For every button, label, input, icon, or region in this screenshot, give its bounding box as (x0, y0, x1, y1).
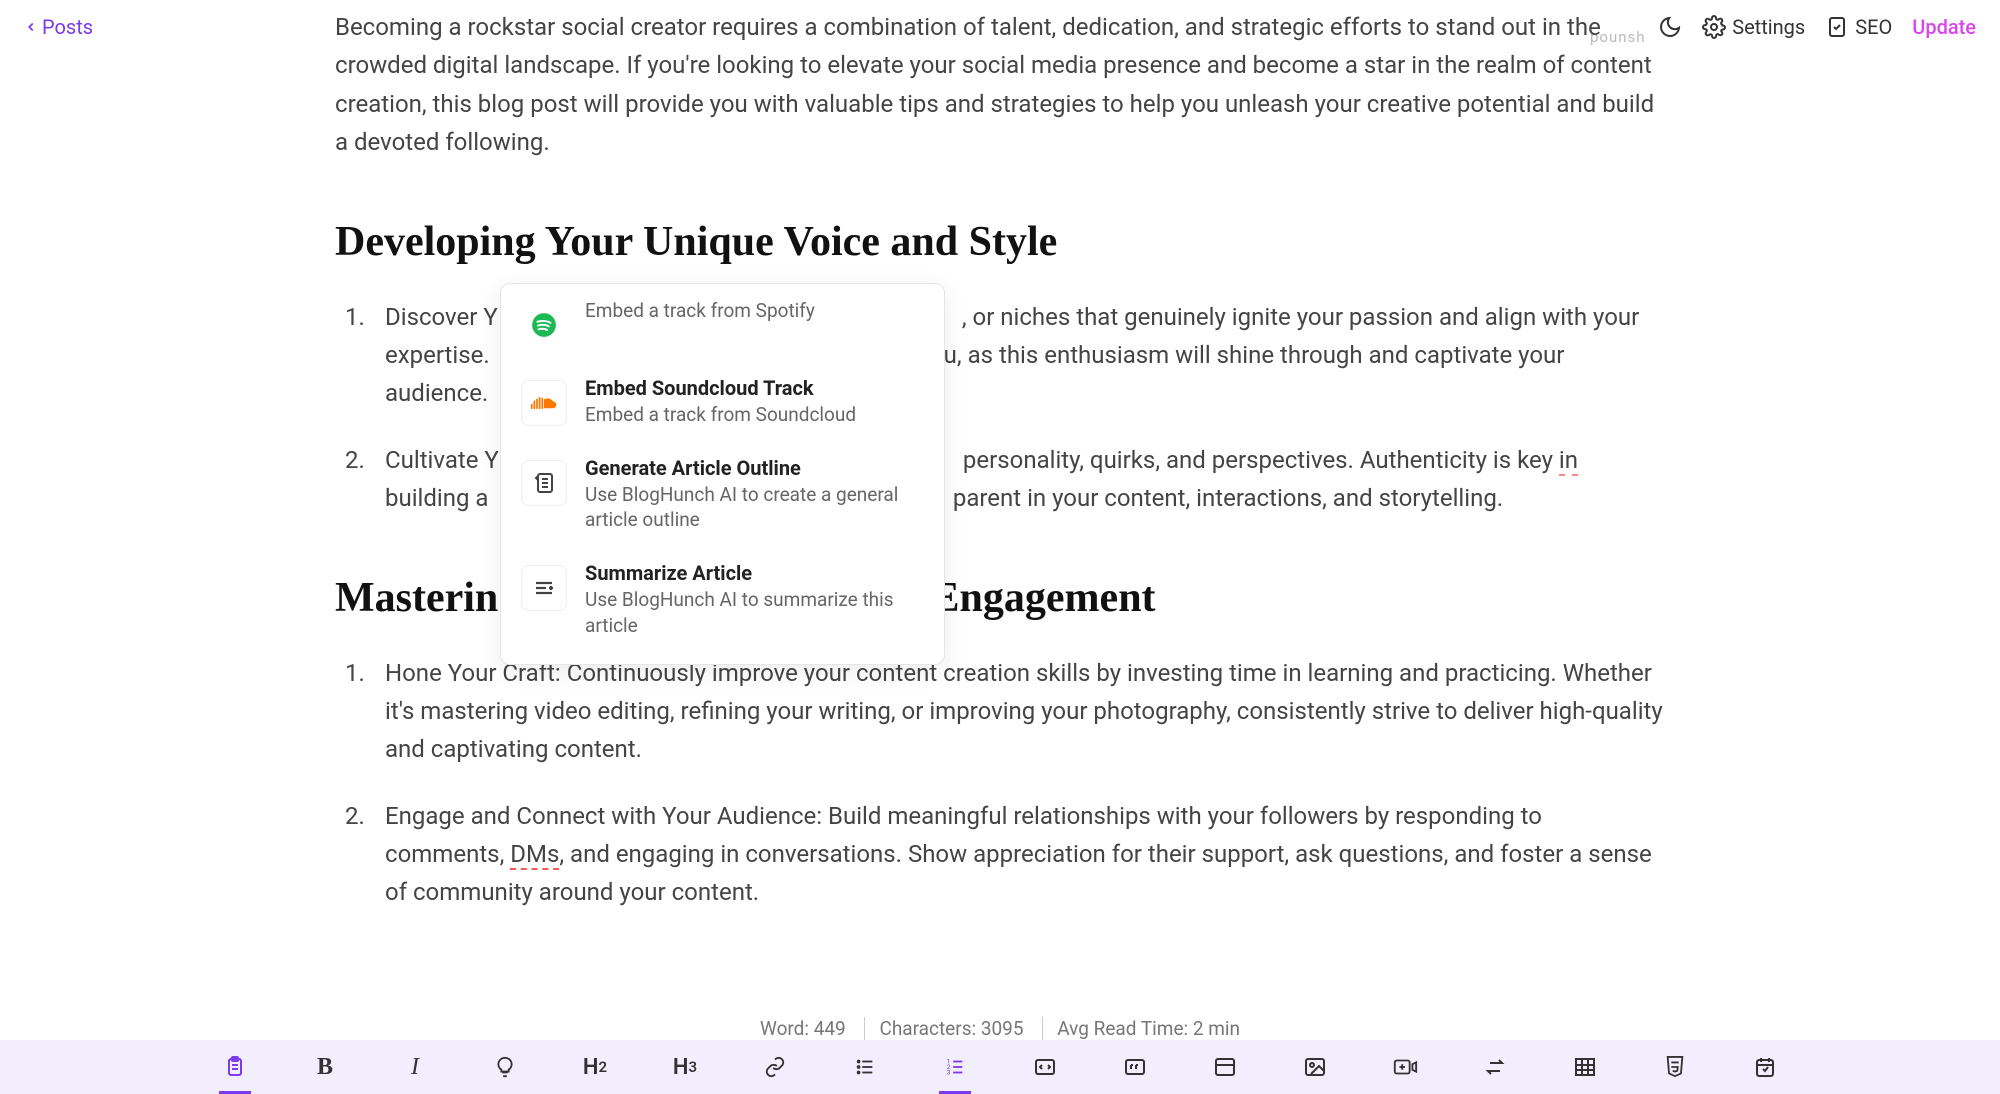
toolbar-html[interactable] (1655, 1047, 1695, 1087)
video-add-icon (1392, 1055, 1418, 1079)
toolbar-ordered-list[interactable]: 123 (935, 1047, 975, 1087)
toolbar-lightbulb[interactable] (485, 1047, 525, 1087)
slash-item-desc: Embed a track from Soundcloud (585, 402, 924, 428)
toolbar-bold[interactable]: B (305, 1047, 345, 1087)
toolbar-video-add[interactable] (1385, 1047, 1425, 1087)
editor-stats: Word: 449 Characters: 3095 Avg Read Time… (0, 1017, 2000, 1040)
gear-icon (1702, 15, 1726, 39)
toolbar-calendar[interactable] (1745, 1047, 1785, 1087)
spotify-icon (521, 302, 567, 348)
ordered-list-icon: 123 (944, 1056, 966, 1078)
back-label: Posts (42, 15, 93, 39)
toolbar-code[interactable] (1025, 1047, 1065, 1087)
table-icon (1573, 1055, 1597, 1079)
soundcloud-icon (521, 380, 567, 426)
editor-toolbar: B I H2 H3 123 (0, 1040, 2000, 1094)
list-item: Hone Your Craft: Continuously improve yo… (335, 654, 1665, 769)
link-icon (764, 1056, 786, 1078)
html5-icon (1664, 1055, 1686, 1079)
toolbar-image[interactable] (1295, 1047, 1335, 1087)
image-icon (1303, 1055, 1327, 1079)
outline-icon (521, 460, 567, 506)
top-right-controls: Settings SEO Update (1658, 15, 1976, 39)
clipboard-check-icon (1825, 15, 1849, 39)
slash-item-summarize[interactable]: Summarize Article Use BlogHunch AI to su… (501, 547, 944, 652)
dark-mode-toggle[interactable] (1658, 15, 1682, 39)
toolbar-clipboard[interactable] (215, 1047, 255, 1087)
toolbar-table[interactable] (1565, 1047, 1605, 1087)
quote-icon (1123, 1055, 1147, 1079)
slash-item-spotify[interactable]: Embed a track from Spotify (501, 288, 944, 362)
lightbulb-icon (494, 1056, 516, 1078)
slash-item-desc: Use BlogHunch AI to summarize this artic… (585, 587, 924, 638)
slash-item-desc: Use BlogHunch AI to create a general art… (585, 482, 924, 533)
slash-item-title: Embed Soundcloud Track (585, 376, 924, 400)
seo-button[interactable]: SEO (1825, 15, 1892, 39)
stat-char-count: Characters: 3095 (864, 1017, 1037, 1040)
settings-button[interactable]: Settings (1702, 15, 1805, 39)
topbar: Posts Settings SEO Update (0, 0, 2000, 54)
toolbar-h2[interactable]: H2 (575, 1047, 615, 1087)
toolbar-swap[interactable] (1475, 1047, 1515, 1087)
slash-item-soundcloud[interactable]: Embed Soundcloud Track Embed a track fro… (501, 362, 944, 442)
toolbar-h3[interactable]: H3 (665, 1047, 705, 1087)
summarize-icon (521, 565, 567, 611)
layout-icon (1213, 1055, 1237, 1079)
seo-label: SEO (1855, 15, 1892, 39)
code-icon (1033, 1055, 1057, 1079)
stat-read-time: Avg Read Time: 2 min (1042, 1017, 1254, 1040)
slash-item-desc: Embed a track from Spotify (585, 298, 924, 324)
back-to-posts-link[interactable]: Posts (24, 15, 93, 39)
heading-unique-voice: Developing Your Unique Voice and Style (335, 218, 1665, 266)
svg-text:3: 3 (947, 1068, 951, 1076)
toolbar-quote[interactable] (1115, 1047, 1155, 1087)
stat-word-count: Word: 449 (746, 1017, 860, 1040)
clipboard-icon (223, 1055, 247, 1079)
toolbar-bullet-list[interactable] (845, 1047, 885, 1087)
slash-item-generate-outline[interactable]: Generate Article Outline Use BlogHunch A… (501, 442, 944, 547)
update-label: Update (1912, 15, 1976, 39)
swap-icon (1483, 1055, 1507, 1079)
toolbar-link[interactable] (755, 1047, 795, 1087)
slash-item-title: Summarize Article (585, 561, 924, 585)
toolbar-layout[interactable] (1205, 1047, 1245, 1087)
update-button[interactable]: Update (1912, 15, 1976, 39)
toolbar-italic[interactable]: I (395, 1047, 435, 1087)
slash-command-menu[interactable]: Embed a track from Spotify Embed Soundcl… (500, 283, 945, 665)
bullet-list-icon (854, 1056, 876, 1078)
calendar-icon (1753, 1055, 1777, 1079)
chevron-left-icon (24, 20, 38, 34)
list-engagement: Hone Your Craft: Continuously improve yo… (335, 654, 1665, 912)
list-item: Engage and Connect with Your Audience: B… (335, 797, 1665, 912)
slash-item-title: Generate Article Outline (585, 456, 924, 480)
moon-icon (1658, 15, 1682, 39)
settings-label: Settings (1732, 15, 1805, 39)
